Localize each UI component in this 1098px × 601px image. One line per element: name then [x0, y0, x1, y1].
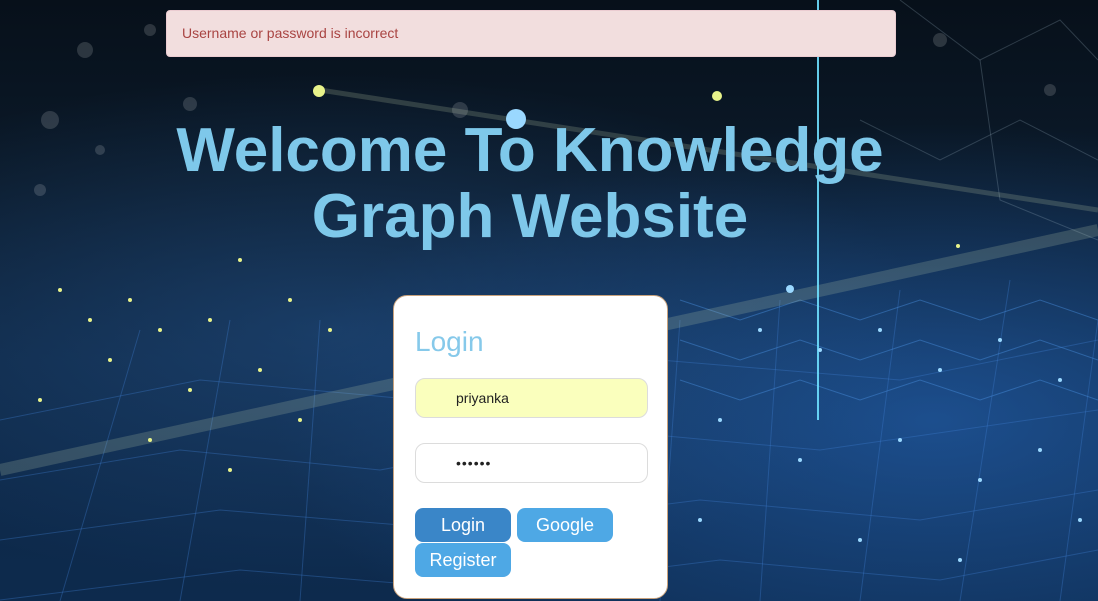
page-title-line-2: Graph Website: [311, 182, 749, 251]
login-heading: Login: [415, 326, 484, 357]
page-title: Welcome To Knowledge Graph Website: [150, 118, 910, 250]
login-button[interactable]: Login: [415, 508, 511, 542]
google-login-button[interactable]: Google: [517, 508, 613, 542]
error-alert-message: Username or password is incorrect: [182, 25, 399, 41]
page-title-line-1: Welcome To Knowledge: [176, 116, 884, 185]
register-button[interactable]: Register: [415, 543, 511, 577]
password-input[interactable]: [415, 443, 648, 483]
error-alert: Username or password is incorrect: [166, 10, 896, 57]
login-card: Login Login Google Register: [393, 295, 668, 599]
username-input[interactable]: [415, 378, 648, 418]
